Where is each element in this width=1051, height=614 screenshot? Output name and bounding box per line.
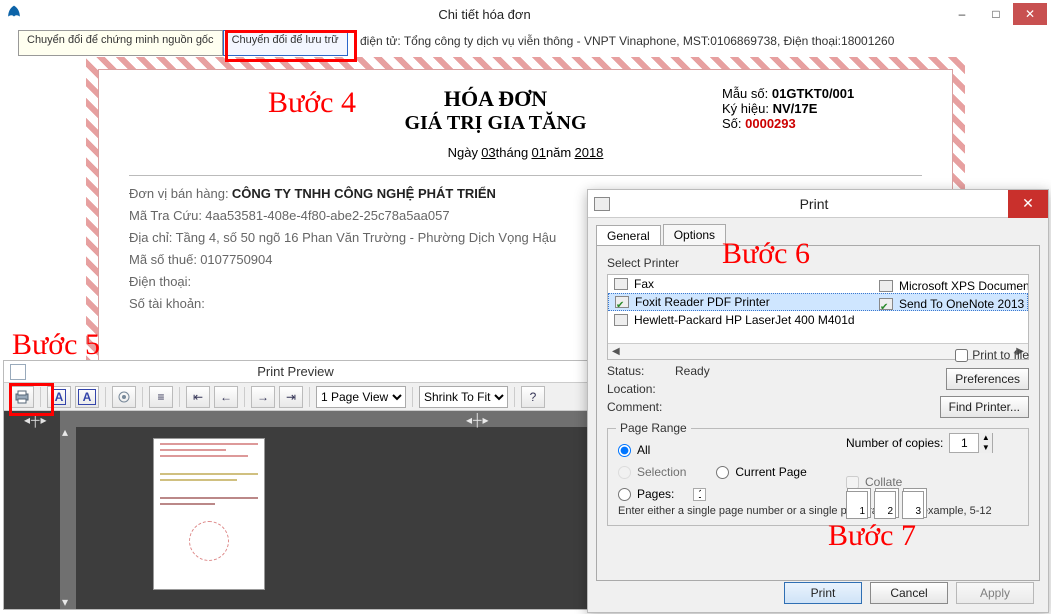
minimize-button[interactable]: – [945, 3, 979, 25]
pages-input[interactable] [693, 488, 706, 501]
scroll-left-icon[interactable]: ◀ [612, 346, 620, 357]
preferences-button[interactable]: Preferences [946, 368, 1029, 390]
radio-selection [618, 466, 631, 479]
document-icon [10, 364, 26, 380]
maximize-button[interactable]: □ [979, 3, 1013, 25]
spin-down-icon[interactable]: ▼ [978, 443, 992, 453]
invoice-no-value: 0000293 [745, 116, 796, 131]
zoom-select[interactable]: Shrink To Fit [419, 386, 508, 408]
print-dialog-title: Print [620, 196, 1008, 212]
account-label: Số tài khoản: [129, 296, 205, 311]
find-printer-button[interactable]: Find Printer... [940, 396, 1029, 418]
annotation-step5: Bước 5 [12, 328, 100, 362]
lookup-label: Mã Tra Cứu: [129, 208, 202, 223]
printer-item-onenote[interactable]: Send To OneNote 2013 [873, 295, 1029, 313]
address-value: Tầng 4, số 50 ngõ 16 Phan Văn Trường - P… [176, 230, 557, 245]
landscape-button[interactable]: A [75, 386, 99, 408]
page-setup-button[interactable] [112, 386, 136, 408]
cancel-button[interactable]: Cancel [870, 582, 948, 604]
printer-icon [879, 298, 893, 310]
prev-page-button[interactable]: ← [214, 386, 238, 408]
page-range-group: Page Range All Selection Current Page Pa… [607, 428, 1029, 526]
print-dialog-close-button[interactable]: ✕ [1008, 190, 1048, 218]
print-preview-window: Print Preview A A ≡ ⇤ ← → ⇥ 1 Page View … [3, 360, 588, 610]
copies-spinner[interactable]: ▲▼ [949, 433, 993, 453]
status-value: Ready [675, 364, 710, 378]
app-logo-icon [4, 4, 24, 24]
print-confirm-button[interactable]: Print [784, 582, 862, 604]
copies-input[interactable] [950, 436, 978, 450]
taxcode-value: 0107750904 [200, 252, 272, 267]
annotation-step7: Bước 7 [828, 519, 916, 553]
close-button[interactable]: ✕ [1013, 3, 1047, 25]
comment-label: Comment: [607, 400, 667, 414]
seller-label: Đơn vị bán hàng: [129, 186, 229, 201]
vertical-ruler[interactable]: ▴ ▾ [60, 427, 76, 609]
printer-item-xps[interactable]: Microsoft XPS Document [873, 277, 1029, 295]
print-dialog: Print ✕ General Options Select Printer F… [587, 189, 1049, 613]
collate-preview: 1 2 3 [846, 491, 1016, 519]
help-button[interactable]: ? [521, 386, 545, 408]
print-preview-title: Print Preview [4, 361, 587, 383]
lookup-value: 4aa53581-408e-4f80-abe2-25c78a5aa057 [205, 208, 449, 223]
convert-to-save-button[interactable]: Chuyển đổi để lưu trữ [223, 30, 348, 56]
collate-checkbox [846, 476, 859, 489]
window-title: Chi tiết hóa đơn [24, 7, 945, 22]
print-preview-toolbar: A A ≡ ⇤ ← → ⇥ 1 Page View Shrink To Fit … [4, 383, 587, 411]
main-window-titlebar: Chi tiết hóa đơn – □ ✕ [0, 0, 1051, 28]
horizontal-ruler[interactable]: ◂┼▸ ◂┼▸ [60, 411, 587, 427]
toggle-headers-button[interactable]: ≡ [149, 386, 173, 408]
sheet-icon: 3 [902, 491, 924, 519]
origin-proof-tooltip: Chuyển đổi để chứng minh nguồn gốc [18, 30, 223, 56]
margin-handle-icon[interactable]: ▴ [62, 425, 69, 439]
printer-icon [879, 280, 893, 292]
invoice-date: Ngày 03tháng 01năm 2018 [129, 145, 922, 161]
margin-handle-icon[interactable]: ◂┼▸ [24, 413, 48, 427]
radio-pages[interactable] [618, 488, 631, 501]
printer-icon [614, 278, 628, 290]
printer-icon [614, 314, 628, 326]
print-button[interactable] [10, 386, 34, 408]
seller-value: CÔNG TY TNHH CÔNG NGHỆ PHÁT TRIỂN [232, 186, 496, 201]
print-to-file-checkbox[interactable]: Print to file [955, 348, 1029, 362]
phone-label: Điện thoại: [129, 274, 191, 289]
margin-handle-icon[interactable]: ▾ [62, 595, 69, 609]
location-label: Location: [607, 382, 667, 396]
status-label: Status: [607, 364, 667, 378]
sheet-icon: 2 [874, 491, 896, 519]
margin-handle-icon[interactable]: ◂┼▸ [466, 413, 490, 427]
address-label: Địa chỉ: [129, 230, 172, 245]
annotation-step6: Bước 6 [722, 237, 810, 271]
issuer-info-strip: điện tử: Tổng công ty dịch vụ viễn thông… [360, 34, 1021, 48]
first-page-button[interactable]: ⇤ [186, 386, 210, 408]
annotation-step4: Bước 4 [268, 86, 356, 120]
radio-current-page[interactable] [716, 466, 729, 479]
sheet-icon: 1 [846, 491, 868, 519]
copies-label: Number of copies: [846, 436, 943, 450]
printer-icon [594, 197, 610, 211]
form-no-label: Mẫu số: [722, 86, 768, 101]
radio-all[interactable] [618, 444, 631, 457]
page-thumbnail[interactable] [154, 439, 264, 589]
last-page-button[interactable]: ⇥ [279, 386, 303, 408]
portrait-button[interactable]: A [47, 386, 71, 408]
invoice-no-label: Số: [722, 116, 742, 131]
next-page-button[interactable]: → [251, 386, 275, 408]
serial-value: NV/17E [773, 101, 818, 116]
taxcode-label: Mã số thuế: [129, 252, 197, 267]
tab-general[interactable]: General [596, 225, 661, 246]
tab-options[interactable]: Options [663, 224, 726, 245]
page-view-select[interactable]: 1 Page View [316, 386, 406, 408]
printer-icon [615, 296, 629, 308]
form-no-value: 01GTKT0/001 [772, 86, 854, 101]
printer-item-hp[interactable]: Hewlett-Packard HP LaserJet 400 M401d [608, 311, 1028, 329]
preview-canvas[interactable]: ◂┼▸ ◂┼▸ ▴ ▾ [4, 411, 587, 609]
serial-label: Ký hiệu: [722, 101, 769, 116]
spin-up-icon[interactable]: ▲ [978, 433, 992, 443]
page-range-legend: Page Range [616, 421, 691, 435]
select-printer-label: Select Printer [607, 256, 1029, 270]
apply-button: Apply [956, 582, 1034, 604]
